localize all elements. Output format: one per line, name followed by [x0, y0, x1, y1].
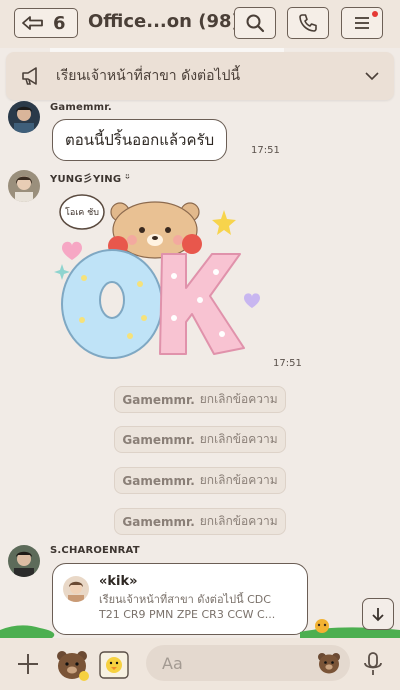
search-button[interactable]	[234, 7, 276, 39]
megaphone-icon	[22, 67, 37, 85]
sticker-caption: โอเค ชับ	[65, 207, 99, 218]
sender-name: YUNG彡YING ᵕ̈	[50, 174, 131, 185]
quoted-sender-name: «kik»	[99, 574, 138, 589]
announcement-text: เรียนเจ้าหน้าที่สาขา ดังต่อไปนี้	[56, 68, 241, 84]
plus-icon[interactable]	[16, 652, 40, 676]
avatar-charoenrat[interactable]	[8, 545, 40, 577]
deleted-message-notice: Gamemmr. ยกเลิกข้อความ	[114, 467, 286, 494]
message-bubble[interactable]: ตอนนี้ปริ้นออกแล้วครับ	[52, 119, 228, 161]
sender-name: Gamemmr.	[50, 102, 112, 113]
deleted-message-notice: Gamemmr. ยกเลิกข้อความ	[114, 386, 286, 413]
unread-count: 6	[53, 12, 66, 34]
call-button[interactable]	[287, 7, 329, 39]
quoted-avatar	[63, 576, 89, 602]
message-input[interactable]: Aa	[146, 645, 350, 681]
quoted-text-line: เรียนเจ้าหน้าที่สาขา ดังต่อไปนี้ CDC	[99, 593, 271, 606]
avatar-yungying[interactable]	[8, 170, 40, 202]
grass-decoration	[0, 619, 400, 638]
deleted-message-notice: Gamemmr. ยกเลิกข้อความ	[114, 426, 286, 453]
phone-icon	[299, 14, 317, 32]
chat-title[interactable]: Office...on (98)	[88, 11, 240, 32]
avatar-gamemmr[interactable]	[8, 101, 40, 133]
sender-name: S.CHAROENRAT	[50, 545, 140, 556]
menu-icon	[355, 17, 369, 29]
deleted-message-notice: Gamemmr. ยกเลิกข้อความ	[114, 508, 286, 535]
message-time: 17:51	[251, 145, 280, 156]
announcement-bar[interactable]: เรียนเจ้าหน้าที่สาขา ดังต่อไปนี้	[6, 52, 394, 100]
brown-bear-sticker-icon[interactable]	[54, 648, 90, 682]
notification-dot	[372, 11, 378, 17]
emoji-icon[interactable]	[316, 651, 342, 675]
arrow-down-icon	[372, 608, 384, 622]
back-button[interactable]: 6	[14, 8, 78, 38]
chat-header: 6 Office...on (98)	[0, 0, 400, 48]
ok-bear-sticker[interactable]: โอเค ชับ	[52, 188, 272, 364]
chevron-down-icon[interactable]	[364, 68, 380, 84]
scroll-to-bottom-button[interactable]	[362, 598, 394, 630]
microphone-icon[interactable]	[362, 651, 384, 677]
message-composer: Aa	[0, 638, 400, 690]
input-placeholder: Aa	[162, 653, 183, 673]
menu-button[interactable]	[341, 7, 383, 39]
search-icon	[246, 14, 265, 33]
sally-sticker-icon[interactable]	[98, 648, 132, 682]
back-arrow-icon	[22, 16, 43, 30]
message-time: 17:51	[273, 358, 302, 369]
